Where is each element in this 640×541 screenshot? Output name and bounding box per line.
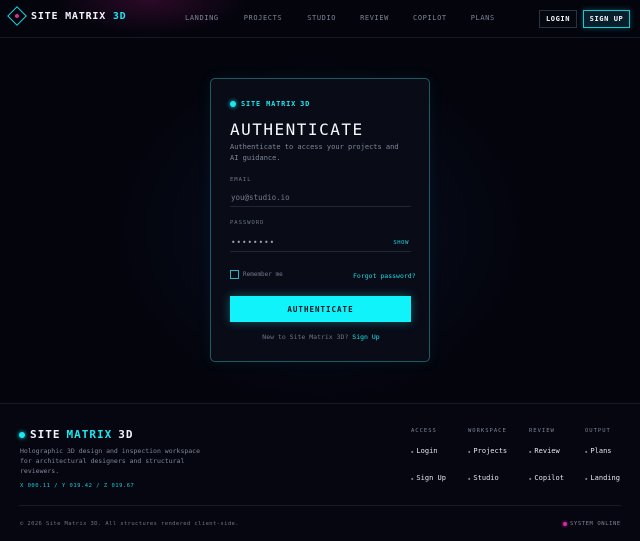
- card-brand: SITE MATRIX 3D: [230, 100, 310, 108]
- footer-col-review: REVIEW Review Copilot: [529, 428, 564, 482]
- footer-link-login[interactable]: Login: [411, 447, 437, 455]
- system-status: SYSTEM ONLINE: [563, 521, 621, 527]
- show-password-button[interactable]: SHOW: [393, 240, 409, 246]
- status-dot-icon: [563, 522, 567, 526]
- status-text: SYSTEM ONLINE: [570, 521, 621, 527]
- main-nav: LANDING PROJECTS STUDIO REVIEW COPILOT P…: [185, 14, 495, 22]
- footer-col-output: OUTPUT Plans Landing: [585, 428, 620, 482]
- footer-dot-icon: [19, 431, 25, 438]
- footer-heading: OUTPUT: [585, 428, 611, 434]
- footer-heading: ACCESS: [411, 428, 437, 434]
- nav-landing[interactable]: LANDING: [185, 14, 219, 22]
- footer-brand-matrix: MATRIX: [66, 428, 113, 441]
- email-placeholder: you@studio.io: [231, 193, 290, 202]
- authenticate-button[interactable]: AUTHENTICATE: [230, 296, 411, 322]
- footer-heading: WORKSPACE: [468, 428, 507, 434]
- password-label: PASSWORD: [230, 220, 265, 226]
- footer-link-projects[interactable]: Projects: [468, 447, 507, 455]
- signup-button[interactable]: SIGN UP: [583, 10, 630, 28]
- diamond-logo-icon: [7, 6, 27, 26]
- footer-col-workspace: WORKSPACE Projects Studio: [468, 428, 507, 482]
- brand-dot-icon: [230, 101, 236, 107]
- forgot-password-link[interactable]: Forgot password?: [353, 272, 416, 280]
- footer-col-access: ACCESS Login Sign Up: [411, 428, 446, 482]
- signup-prompt-text: New to Site Matrix 3D?: [262, 333, 349, 341]
- nav-plans[interactable]: PLANS: [471, 14, 495, 22]
- login-button[interactable]: LOGIN: [539, 10, 577, 28]
- site-logo[interactable]: SITE MATRIX 3D: [7, 6, 127, 26]
- page-title: AUTHENTICATE: [230, 120, 364, 139]
- nav-projects[interactable]: PROJECTS: [244, 14, 283, 22]
- nav-copilot[interactable]: COPILOT: [413, 14, 447, 22]
- remember-me[interactable]: Remember me: [230, 270, 283, 279]
- nav-review[interactable]: REVIEW: [360, 14, 389, 22]
- nav-studio[interactable]: STUDIO: [307, 14, 336, 22]
- auth-card: SITE MATRIX 3D AUTHENTICATE Authenticate…: [210, 78, 430, 362]
- signup-prompt: New to Site Matrix 3D? Sign Up: [211, 333, 431, 341]
- footer-brand-site: SITE: [30, 428, 61, 441]
- remember-checkbox[interactable]: [230, 270, 239, 279]
- signup-link[interactable]: Sign Up: [352, 333, 379, 341]
- footer-link-studio[interactable]: Studio: [468, 474, 498, 482]
- logo-accent: 3D: [112, 10, 127, 22]
- card-brand-accent: 3D: [300, 100, 311, 108]
- email-field[interactable]: you@studio.io: [230, 189, 411, 207]
- logo-text: SITE MATRIX: [31, 10, 107, 22]
- card-brand-name: SITE MATRIX: [241, 100, 297, 108]
- footer-link-landing[interactable]: Landing: [585, 474, 620, 482]
- footer: SITE MATRIX 3D Holographic 3D design and…: [0, 403, 640, 541]
- remember-label: Remember me: [243, 271, 283, 278]
- password-value: ••••••••: [231, 238, 276, 247]
- footer-link-review[interactable]: Review: [529, 447, 559, 455]
- footer-link-signup[interactable]: Sign Up: [411, 474, 446, 482]
- top-nav-bar: SITE MATRIX 3D LANDING PROJECTS STUDIO R…: [0, 0, 640, 38]
- footer-description: Holographic 3D design and inspection wor…: [20, 447, 201, 475]
- coordinates-readout: X 000.11 / Y 019.42 / Z 019.67: [20, 483, 135, 489]
- footer-link-plans[interactable]: Plans: [585, 447, 611, 455]
- copyright-text: © 2026 Site Matrix 3D. All structures re…: [20, 521, 239, 527]
- footer-heading: REVIEW: [529, 428, 555, 434]
- footer-divider: [19, 505, 621, 506]
- password-field[interactable]: •••••••• SHOW: [230, 234, 411, 252]
- page-subtitle: Authenticate to access your projects and…: [230, 143, 399, 162]
- footer-brand-3d: 3D: [118, 428, 134, 441]
- footer-brand: SITE MATRIX 3D: [19, 428, 134, 441]
- footer-link-copilot[interactable]: Copilot: [529, 474, 564, 482]
- email-label: EMAIL: [230, 177, 252, 183]
